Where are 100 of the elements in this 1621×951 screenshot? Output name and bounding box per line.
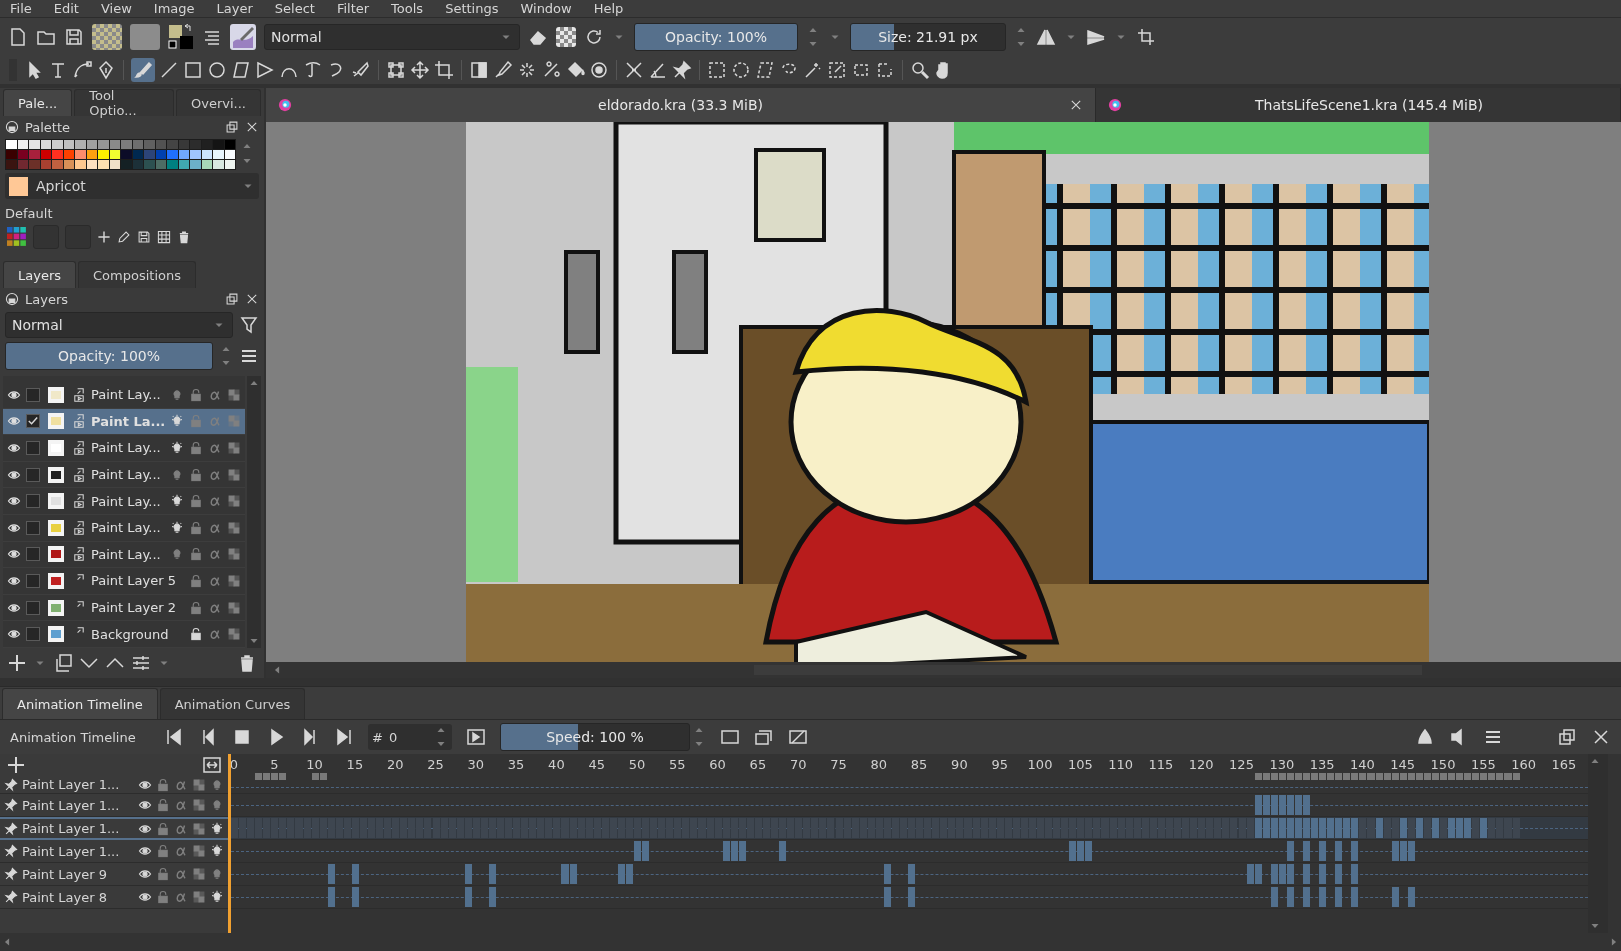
- layer-name: Paint Lay...: [91, 440, 162, 456]
- frame-number: 55: [669, 757, 686, 772]
- layer-name: Background: [91, 626, 170, 642]
- frame-number: 110: [1108, 757, 1133, 772]
- frame-value: 0: [388, 729, 399, 745]
- frame-number: 95: [991, 757, 1008, 772]
- frame-number: 10: [306, 757, 323, 772]
- blend-mode-value: Normal: [271, 29, 322, 45]
- frame-number: 155: [1470, 757, 1496, 772]
- menu-item[interactable]: Edit: [53, 1, 79, 16]
- layer-name: Paint Layer 5: [91, 573, 177, 589]
- layer-row[interactable]: Paint Lay...: [3, 541, 246, 569]
- layer-name: Paint Layer 9: [22, 866, 108, 882]
- layer-row[interactable]: Paint Lay...: [3, 382, 246, 409]
- frame-number: 80: [870, 757, 888, 772]
- frame-number: 105: [1067, 757, 1093, 772]
- layer-name: Paint Layer 1...: [22, 777, 121, 792]
- frame-number: 120: [1188, 757, 1214, 772]
- layer-name: Paint Layer 1...: [22, 797, 121, 813]
- layer-row[interactable]: Paint Lay...: [3, 461, 246, 489]
- layer-name: Paint Layer 8: [22, 889, 108, 905]
- panel-tab[interactable]: Animation Timeline: [2, 688, 158, 719]
- layer-name: Paint Layer 1...: [22, 821, 121, 836]
- menu-item[interactable]: Image: [153, 1, 195, 16]
- frame-number: 160: [1511, 757, 1536, 772]
- frame-number: 135: [1309, 757, 1335, 772]
- frame-number: 150: [1430, 757, 1456, 772]
- menu-item[interactable]: Filter: [336, 1, 370, 16]
- timeline-layer-row[interactable]: Paint Layer 1...: [0, 840, 228, 863]
- layer-name: Paint Lay...: [91, 546, 162, 562]
- frame-number: 100: [1027, 757, 1053, 772]
- frame-field[interactable]: # 0: [368, 724, 452, 750]
- frame-number: 165: [1551, 757, 1577, 772]
- frame-number: 115: [1148, 757, 1174, 772]
- menu-item[interactable]: Settings: [445, 1, 499, 16]
- frame-number: 75: [830, 757, 847, 772]
- timeline-layer-row[interactable]: Paint Layer 8: [0, 886, 228, 909]
- menu-item[interactable]: File: [10, 1, 32, 16]
- frame-number: 60: [709, 757, 726, 772]
- frame-number: 25: [427, 757, 444, 772]
- timeline-layer-row[interactable]: Paint Layer 1...: [0, 794, 228, 817]
- frame-number: 70: [789, 757, 807, 772]
- frame-number: 140: [1350, 757, 1375, 772]
- frame-number: 30: [467, 757, 485, 772]
- frame-sign: #: [372, 729, 383, 745]
- color-name: Apricot: [36, 178, 87, 194]
- menu-item[interactable]: Select: [274, 1, 315, 16]
- docker-title: Palette: [25, 119, 72, 135]
- panel-tab[interactable]: Animation Curves: [159, 688, 306, 719]
- blend-mode-dropdown[interactable]: Normal: [264, 24, 520, 50]
- opacity-slider[interactable]: Opacity: 100%: [5, 342, 213, 370]
- frame-number: 90: [951, 757, 968, 772]
- layer-row[interactable]: Paint La...: [3, 408, 246, 436]
- frame-number: 85: [910, 757, 928, 772]
- frame-number: 0: [231, 757, 239, 772]
- frame-number: 65: [749, 757, 767, 772]
- menu-item[interactable]: Window: [520, 1, 572, 16]
- frame-number: 45: [588, 757, 605, 772]
- timeline-layer-row[interactable]: Paint Layer 1...: [0, 817, 228, 840]
- palette-set-label: Default: [4, 205, 54, 222]
- document-tab[interactable]: eldorado.kra (33.3 MiB): [266, 88, 1096, 122]
- menu-item[interactable]: View: [100, 1, 132, 16]
- panel-tab[interactable]: Layers: [3, 261, 77, 288]
- blend-mode-value: Normal: [12, 317, 63, 333]
- layer-row[interactable]: Paint Layer 2: [3, 594, 246, 622]
- frame-number: 50: [628, 757, 646, 772]
- layer-name: Paint Layer 2: [91, 600, 177, 616]
- menu-item[interactable]: Tools: [391, 1, 424, 16]
- blend-mode-dropdown[interactable]: Normal: [5, 312, 233, 338]
- panel-tab[interactable]: Pale...: [3, 89, 73, 116]
- layer-name: Paint Lay...: [91, 387, 162, 403]
- frame-number: 20: [386, 757, 404, 772]
- panel-tab[interactable]: Tool Optio...: [74, 89, 174, 116]
- current-color-dropdown[interactable]: Apricot: [5, 173, 259, 199]
- panel-title: Animation Timeline: [10, 729, 137, 745]
- layer-name: Paint Lay...: [91, 520, 162, 536]
- layer-row[interactable]: Paint Layer 5: [3, 568, 246, 595]
- opacity-slider[interactable]: Opacity: 100%: [634, 23, 798, 51]
- frame-number: 40: [548, 757, 565, 772]
- timeline-layer-row[interactable]: Paint Layer 9: [0, 863, 228, 886]
- document-tab[interactable]: ThatsLifeScene1.kra (145.4 MiB): [1096, 88, 1621, 122]
- menu-item[interactable]: Layer: [216, 1, 253, 16]
- panel-tab[interactable]: Overvi...: [176, 89, 261, 116]
- timeline-layer-row[interactable]: Paint Layer 1...: [0, 776, 228, 794]
- layer-name: Paint Lay...: [91, 467, 162, 483]
- layer-row[interactable]: Background: [3, 621, 246, 648]
- layer-row[interactable]: Paint Lay...: [3, 488, 246, 515]
- size-slider[interactable]: Size: 21.91 px: [850, 23, 1006, 51]
- frame-number: 130: [1269, 757, 1295, 772]
- frame-number: 5: [270, 757, 279, 772]
- panel-tab[interactable]: Compositions: [78, 261, 196, 288]
- frame-number: 35: [507, 757, 525, 772]
- layer-name: Paint La...: [91, 413, 166, 429]
- menu-item[interactable]: Help: [593, 1, 624, 16]
- layer-name: Paint Lay...: [91, 493, 162, 509]
- docker-title: Layers: [25, 291, 70, 307]
- frame-number: 125: [1229, 757, 1254, 772]
- layer-row[interactable]: Paint Lay...: [3, 514, 246, 542]
- layer-name: Paint Layer 1...: [22, 843, 121, 859]
- layer-row[interactable]: Paint Lay...: [3, 435, 246, 462]
